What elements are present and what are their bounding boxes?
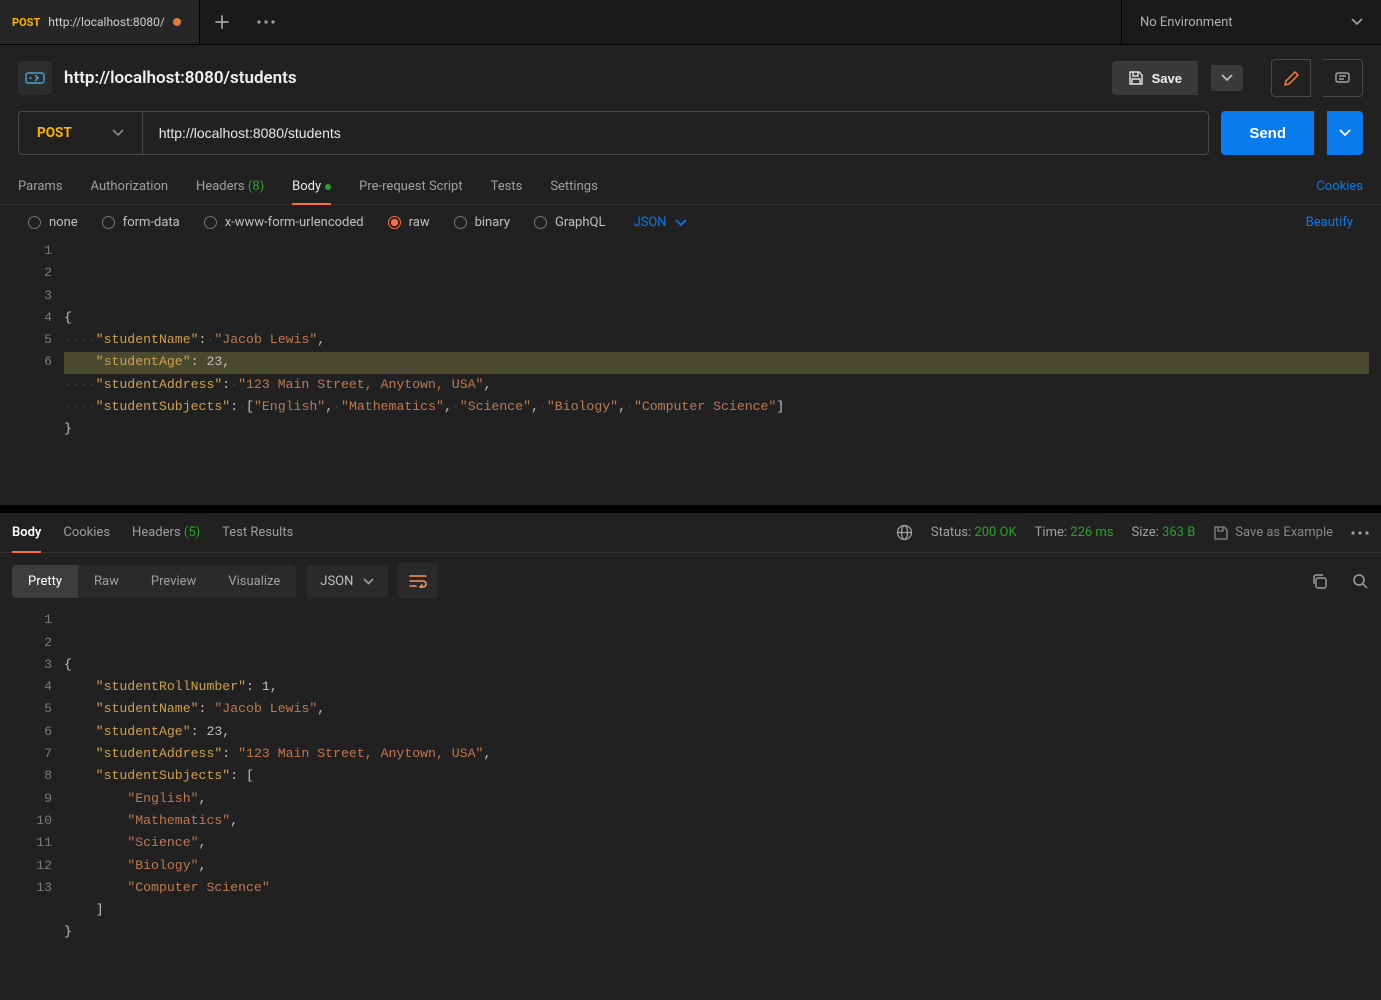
edit-button[interactable] bbox=[1271, 59, 1311, 97]
beautify-button[interactable]: Beautify bbox=[1306, 215, 1353, 230]
line-gutter: 12345678910111213 bbox=[0, 609, 64, 988]
body-type-raw[interactable]: raw bbox=[388, 215, 430, 230]
more-icon[interactable] bbox=[1351, 531, 1369, 535]
request-tab[interactable]: POST http://localhost:8080/ bbox=[0, 0, 200, 44]
radio-icon bbox=[534, 216, 547, 229]
chevron-down-icon bbox=[112, 129, 124, 137]
body-type-none[interactable]: none bbox=[28, 215, 78, 230]
radio-icon bbox=[388, 216, 401, 229]
request-title-row: http://localhost:8080/students Save bbox=[0, 45, 1381, 111]
radio-icon bbox=[454, 216, 467, 229]
response-toolbar-icons bbox=[1311, 573, 1369, 590]
body-type-row: none form-data x-www-form-urlencoded raw… bbox=[0, 205, 1381, 240]
tab-body[interactable]: Body bbox=[292, 169, 331, 204]
radio-icon bbox=[28, 216, 41, 229]
body-type-form-data[interactable]: form-data bbox=[102, 215, 180, 230]
tabs-bar: POST http://localhost:8080/ No Environme… bbox=[0, 0, 1381, 45]
method-selector[interactable]: POST bbox=[19, 112, 143, 154]
view-pretty[interactable]: Pretty bbox=[12, 565, 78, 598]
pane-divider[interactable] bbox=[0, 505, 1381, 513]
response-body-viewer[interactable]: 12345678910111213 { "studentRollNumber":… bbox=[0, 609, 1381, 1000]
tab-settings[interactable]: Settings bbox=[550, 169, 597, 204]
url-input[interactable] bbox=[143, 112, 1209, 154]
tab-tests[interactable]: Tests bbox=[491, 169, 523, 204]
network-icon[interactable] bbox=[896, 524, 913, 541]
body-type-binary[interactable]: binary bbox=[454, 215, 510, 230]
response-meta: Status: 200 OK Time: 226 ms Size: 363 B … bbox=[896, 524, 1369, 541]
line-gutter: 123456 bbox=[0, 240, 64, 485]
save-as-example-button[interactable]: Save as Example bbox=[1213, 525, 1333, 541]
resp-tab-headers[interactable]: Headers (5) bbox=[132, 513, 200, 552]
url-row: POST Send bbox=[0, 111, 1381, 169]
resp-tab-cookies[interactable]: Cookies bbox=[63, 513, 110, 552]
view-raw[interactable]: Raw bbox=[78, 565, 135, 598]
tab-title: http://localhost:8080/ bbox=[48, 15, 165, 29]
comment-button[interactable] bbox=[1323, 59, 1363, 97]
line-wrap-button[interactable] bbox=[398, 563, 438, 599]
environment-picker[interactable]: No Environment bbox=[1121, 0, 1381, 44]
method-label: POST bbox=[37, 125, 72, 141]
tab-authorization[interactable]: Authorization bbox=[91, 169, 169, 204]
save-button[interactable]: Save bbox=[1112, 61, 1198, 95]
new-tab-button[interactable] bbox=[200, 14, 244, 30]
body-type-graphql[interactable]: GraphQL bbox=[534, 215, 605, 230]
search-icon[interactable] bbox=[1352, 573, 1369, 590]
send-dropdown-button[interactable] bbox=[1327, 111, 1363, 155]
tab-overflow-button[interactable] bbox=[244, 20, 288, 24]
response-view-row: Pretty Raw Preview Visualize JSON bbox=[0, 553, 1381, 609]
code-area[interactable]: { "studentRollNumber": 1, "studentName":… bbox=[64, 609, 1381, 988]
raw-format-selector[interactable]: JSON bbox=[633, 215, 686, 230]
radio-icon bbox=[204, 216, 217, 229]
response-tabs: Body Cookies Headers (5) Test Results St… bbox=[0, 513, 1381, 553]
save-icon bbox=[1128, 70, 1144, 86]
url-box: POST bbox=[18, 111, 1209, 155]
request-title: http://localhost:8080/students bbox=[64, 68, 297, 88]
response-format-selector[interactable]: JSON bbox=[306, 565, 388, 598]
tab-prerequest-script[interactable]: Pre-request Script bbox=[359, 169, 462, 204]
unsaved-dot-icon bbox=[173, 18, 181, 26]
resp-tab-body[interactable]: Body bbox=[12, 513, 41, 552]
body-type-xwww[interactable]: x-www-form-urlencoded bbox=[204, 215, 364, 230]
view-preview[interactable]: Preview bbox=[135, 565, 212, 598]
tab-method-label: POST bbox=[12, 16, 40, 29]
environment-label: No Environment bbox=[1140, 15, 1233, 30]
http-icon bbox=[18, 61, 52, 95]
request-body-editor[interactable]: 123456 {····"studentName":·"Jacob Lewis"… bbox=[0, 240, 1381, 497]
tab-headers[interactable]: Headers (8) bbox=[196, 169, 264, 204]
radio-icon bbox=[102, 216, 115, 229]
save-label: Save bbox=[1152, 71, 1182, 86]
code-area[interactable]: {····"studentName":·"Jacob Lewis",····"s… bbox=[64, 240, 1381, 485]
copy-icon[interactable] bbox=[1311, 573, 1328, 590]
chevron-down-icon bbox=[675, 219, 687, 227]
view-visualize[interactable]: Visualize bbox=[212, 565, 296, 598]
modified-dot-icon bbox=[325, 184, 331, 190]
save-dropdown-button[interactable] bbox=[1211, 65, 1243, 91]
resp-tab-test-results[interactable]: Test Results bbox=[222, 513, 293, 552]
chevron-down-icon bbox=[1351, 18, 1363, 26]
tab-params[interactable]: Params bbox=[18, 169, 63, 204]
request-tabs: Params Authorization Headers (8) Body Pr… bbox=[0, 169, 1381, 205]
cookies-link[interactable]: Cookies bbox=[1316, 169, 1363, 204]
send-button[interactable]: Send bbox=[1221, 111, 1314, 155]
view-mode-segment: Pretty Raw Preview Visualize bbox=[12, 565, 296, 598]
chevron-down-icon bbox=[363, 578, 374, 585]
